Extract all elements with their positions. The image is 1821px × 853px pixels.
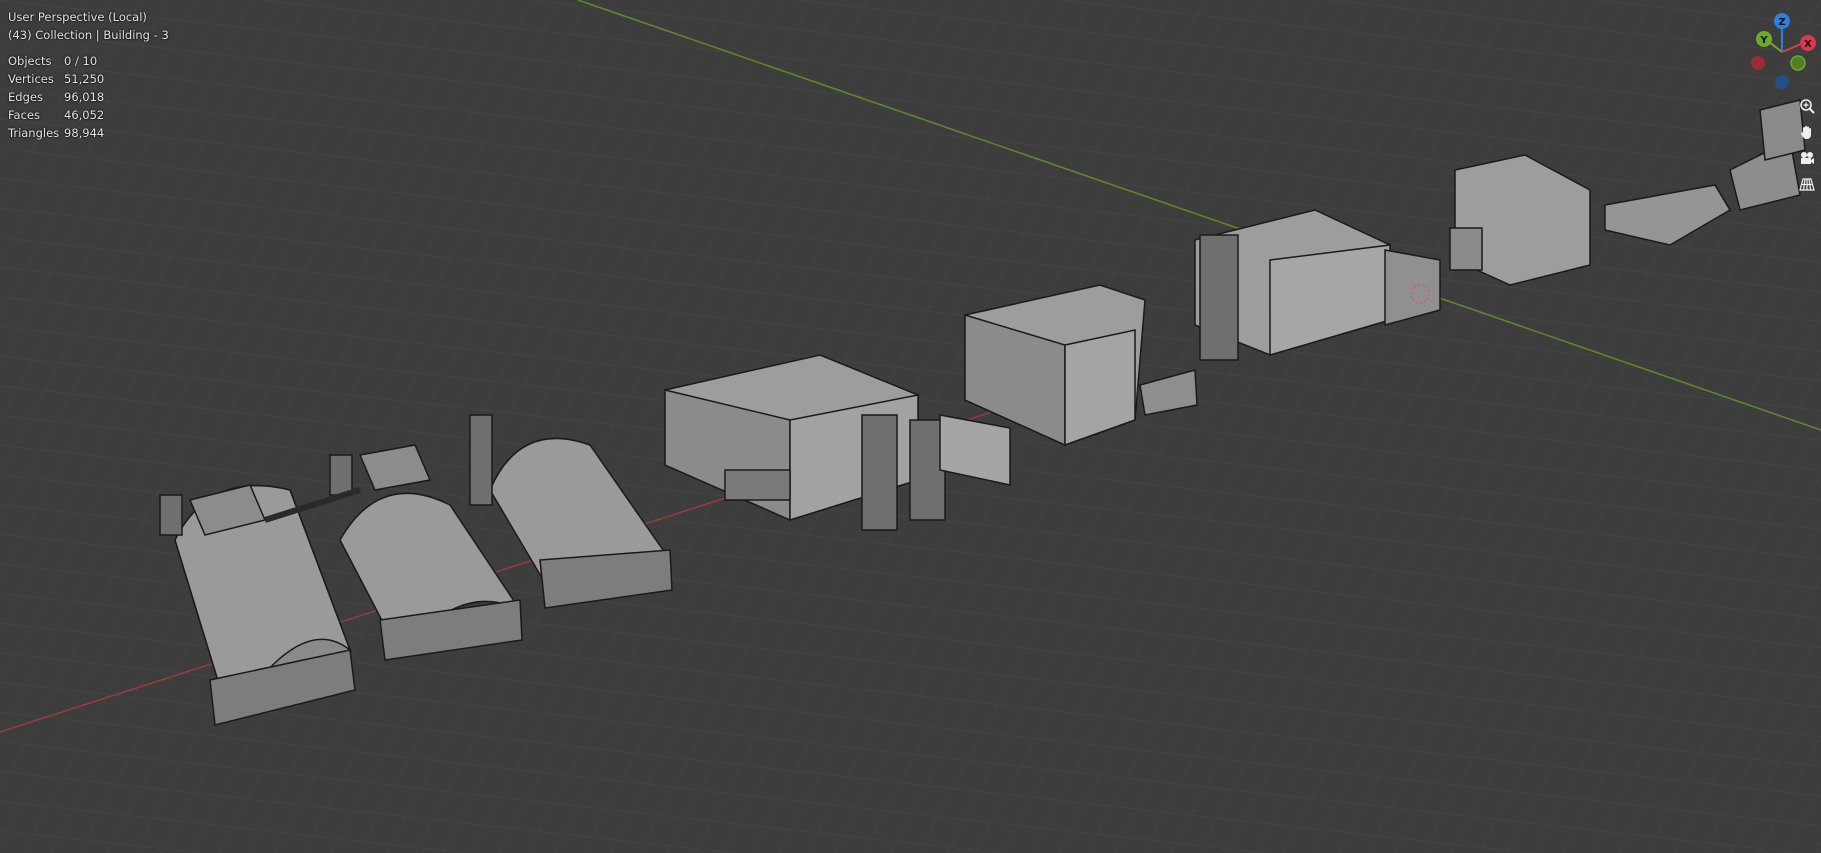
grid-perspective-icon[interactable] (1796, 172, 1818, 196)
neg-z-axis-handle[interactable] (1775, 75, 1789, 89)
stat-value: 51,250 (64, 72, 105, 86)
stat-row: Vertices 51,250 (8, 70, 169, 88)
scene-stats: Objects 0 / 10 Vertices 51,250 Edges 96,… (8, 52, 169, 142)
navigation-tools (1796, 94, 1820, 198)
neg-x-axis-handle[interactable] (1751, 56, 1765, 70)
z-axis-label: Z (1778, 17, 1785, 28)
collection-label: (43) Collection | Building - 3 (8, 28, 169, 42)
stat-value: 96,018 (64, 90, 105, 104)
stat-row: Faces 46,052 (8, 106, 169, 124)
stat-row: Edges 96,018 (8, 88, 169, 106)
stat-row: Triangles 98,944 (8, 124, 169, 142)
stat-row: Objects 0 / 10 (8, 52, 169, 70)
scene-canvas[interactable] (0, 0, 1821, 853)
neg-y-axis-handle[interactable] (1790, 55, 1806, 71)
x-axis-handle[interactable]: X (1800, 35, 1816, 51)
perspective-label: User Perspective (Local) (8, 10, 147, 24)
stat-label: Faces (8, 108, 40, 122)
stat-label: Vertices (8, 72, 54, 86)
zoom-icon[interactable] (1796, 94, 1818, 118)
x-axis-label: X (1804, 39, 1812, 50)
stat-value: 46,052 (64, 108, 105, 122)
stat-label: Edges (8, 90, 43, 104)
pan-hand-icon[interactable] (1796, 120, 1818, 144)
navigation-gizmo[interactable]: Z Y X (1740, 8, 1820, 93)
y-axis-handle[interactable]: Y (1756, 31, 1772, 47)
stat-label: Objects (8, 54, 52, 68)
stat-value: 98,944 (64, 126, 105, 140)
camera-icon[interactable] (1796, 146, 1818, 170)
y-axis-label: Y (1759, 35, 1768, 46)
stat-value: 0 / 10 (64, 54, 98, 68)
3d-viewport[interactable]: User Perspective (Local) (43) Collection… (0, 0, 1821, 853)
viewport-overlay: User Perspective (Local) (43) Collection… (8, 8, 169, 142)
stat-label: Triangles (8, 126, 60, 140)
z-axis-handle[interactable]: Z (1774, 13, 1790, 29)
